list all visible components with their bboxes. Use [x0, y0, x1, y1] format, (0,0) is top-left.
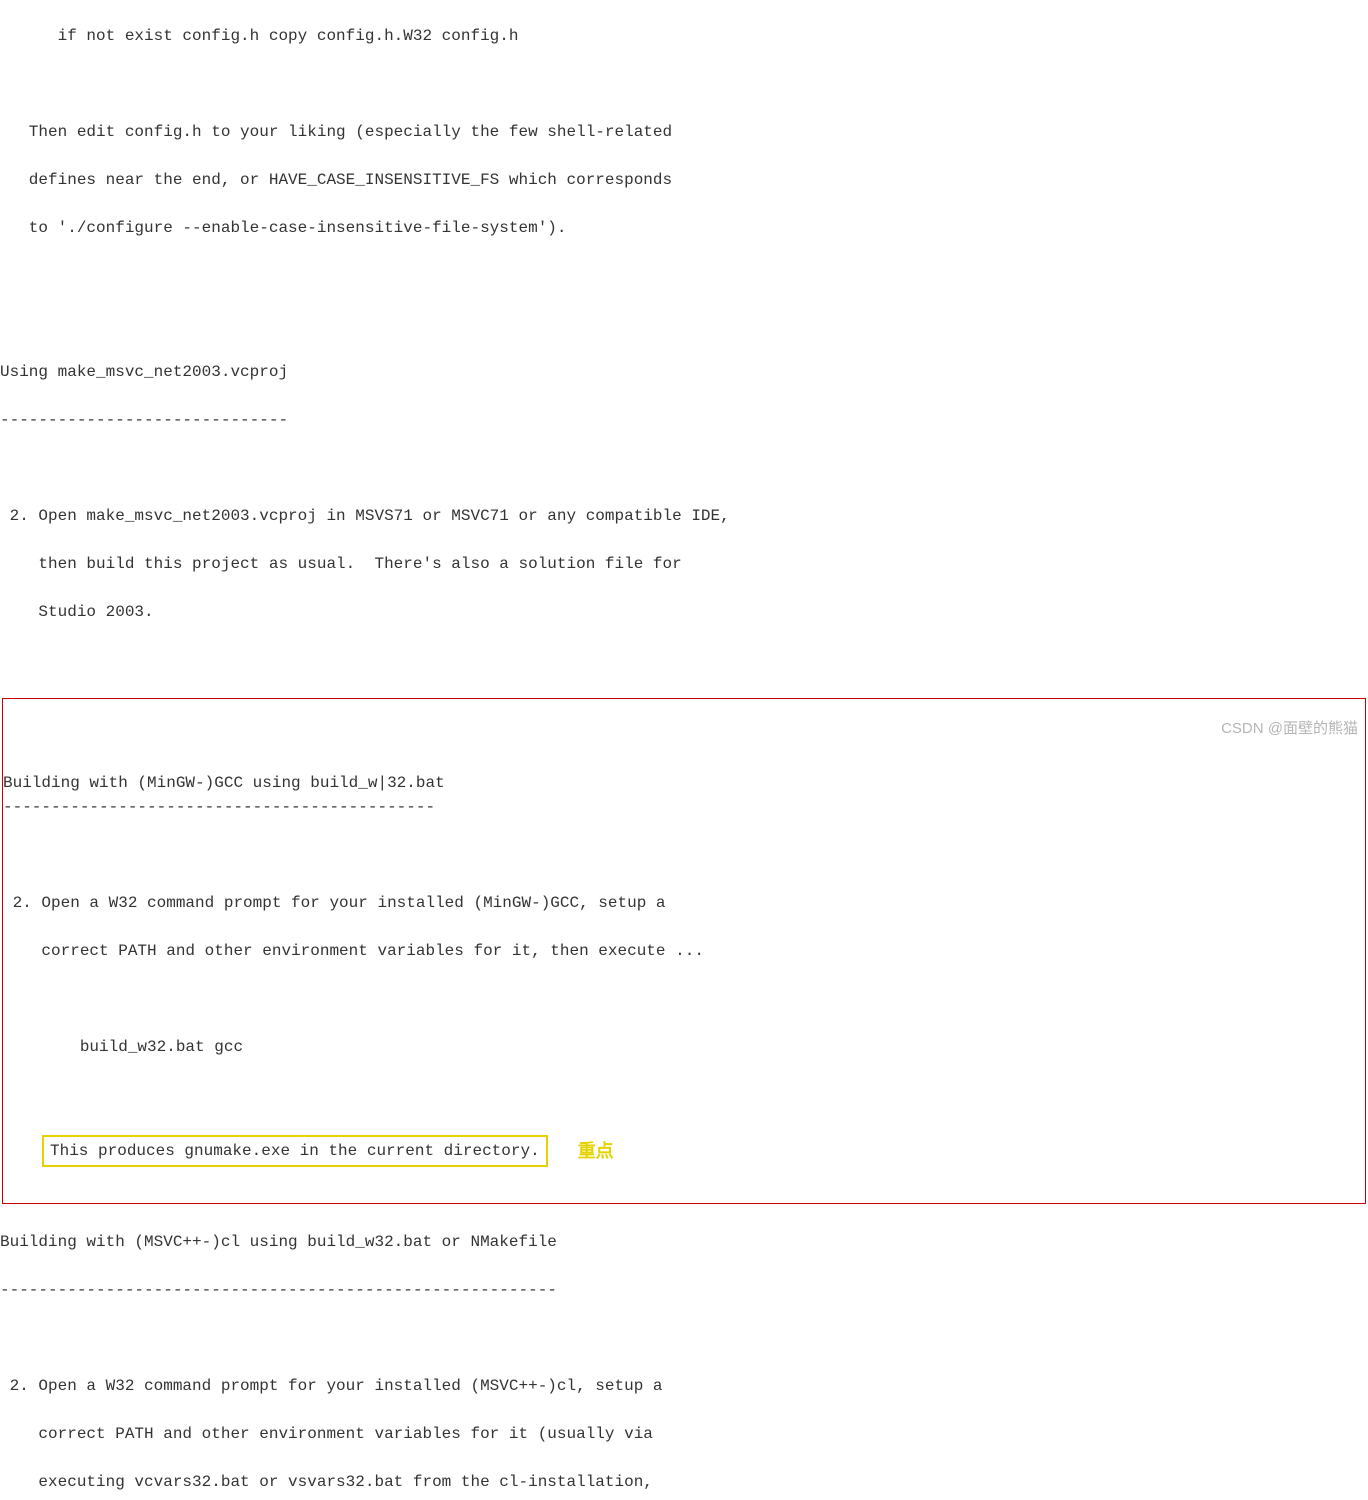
watermark: CSDN @面壁的熊猫: [1221, 718, 1358, 741]
blank: [3, 1083, 1365, 1107]
blank: [3, 723, 1365, 747]
text-line: correct PATH and other environment varia…: [0, 1422, 1368, 1446]
blank: [0, 456, 1368, 480]
dash-line: ----------------------------------------…: [0, 1278, 1368, 1302]
title-part-b: 32.bat: [387, 774, 445, 792]
dash-line: ------------------------------: [0, 408, 1368, 432]
section-title: Building with (MSVC++-)cl using build_w3…: [0, 1230, 1368, 1254]
text-line: executing vcvars32.bat or vsvars32.bat f…: [0, 1470, 1368, 1494]
red-highlight-box: Building with (MinGW-)GCC using build_w|…: [2, 698, 1366, 1204]
title-part-a: Building with (MinGW-)GCC using build_w: [3, 774, 377, 792]
section-title: Using make_msvc_net2003.vcproj: [0, 360, 1368, 384]
text-line: then build this project as usual. There'…: [0, 552, 1368, 576]
text-line: Then edit config.h to your liking (espec…: [0, 120, 1368, 144]
text-line: correct PATH and other environment varia…: [3, 939, 1365, 963]
blank: [0, 312, 1368, 336]
text-line: 2. Open a W32 command prompt for your in…: [0, 1374, 1368, 1398]
annotation-label: 重点: [578, 1138, 614, 1165]
blank: [0, 264, 1368, 288]
blank: [3, 987, 1365, 1011]
document-content: if not exist config.h copy config.h.W32 …: [0, 0, 1368, 1500]
text-line: 2. Open make_msvc_net2003.vcproj in MSVS…: [0, 504, 1368, 528]
text-line: defines near the end, or HAVE_CASE_INSEN…: [0, 168, 1368, 192]
yellow-highlight-box: This produces gnumake.exe in the current…: [42, 1135, 548, 1167]
text-line: 2. Open a W32 command prompt for your in…: [3, 891, 1365, 915]
text-line: Studio 2003.: [0, 600, 1368, 624]
section-title: Building with (MinGW-)GCC using build_w|…: [3, 774, 445, 792]
text-line: to './configure --enable-case-insensitiv…: [0, 216, 1368, 240]
blank: [0, 648, 1368, 672]
command-line: build_w32.bat gcc: [3, 1035, 1365, 1059]
code-line: if not exist config.h copy config.h.W32 …: [0, 24, 1368, 48]
text-cursor-icon: |: [377, 774, 387, 792]
blank: [0, 72, 1368, 96]
dash-line: ----------------------------------------…: [3, 795, 1365, 819]
blank: [3, 843, 1365, 867]
blank: [0, 1326, 1368, 1350]
highlight-row: This produces gnumake.exe in the current…: [3, 1135, 1365, 1167]
